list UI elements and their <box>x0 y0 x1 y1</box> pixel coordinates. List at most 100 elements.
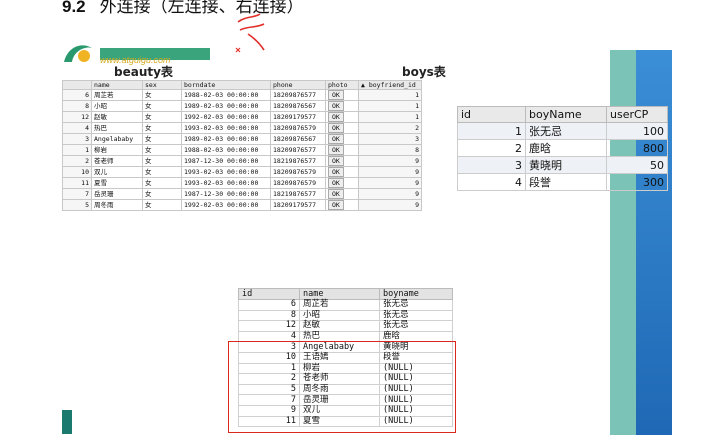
table-cell[interactable]: 4 <box>62 122 92 135</box>
table-cell[interactable]: OK <box>325 188 359 201</box>
column-header[interactable]: boyName <box>525 106 607 123</box>
table-cell[interactable]: 12 <box>238 320 300 332</box>
table-cell[interactable]: 鹿晗 <box>525 139 607 157</box>
table-row[interactable]: 10 双儿女 1993-02-03 00:00:00 18209876579 OK 9 <box>62 166 422 179</box>
table-cell[interactable]: OK <box>325 166 359 179</box>
table-cell[interactable]: 18209179577 <box>270 199 326 212</box>
table-cell[interactable]: 1992-02-03 00:00:00 <box>181 111 271 124</box>
table-row[interactable]: 3 黄晓明 50 <box>457 156 668 174</box>
table-cell[interactable]: 柳岩 <box>91 144 143 157</box>
table-cell[interactable]: 赵敏 <box>299 320 380 332</box>
table-cell[interactable]: 9 <box>358 155 422 168</box>
table-cell[interactable]: 热巴 <box>91 122 143 135</box>
table-cell[interactable]: 张无忌 <box>379 299 453 311</box>
table-cell[interactable]: 1992-02-03 00:00:00 <box>181 199 271 212</box>
table-cell[interactable]: 12 <box>62 111 92 124</box>
table-cell[interactable]: 1 <box>457 122 526 140</box>
table-cell[interactable]: 6 <box>238 299 300 311</box>
table-cell[interactable]: 18219876577 <box>270 188 326 201</box>
table-cell[interactable]: 3 <box>358 133 422 146</box>
table-cell[interactable]: OK <box>325 111 359 124</box>
table-cell[interactable]: 1987-12-30 00:00:00 <box>181 155 271 168</box>
column-header[interactable]: id <box>238 288 300 300</box>
table-cell[interactable]: 1 <box>358 111 422 124</box>
table-cell[interactable]: 3 <box>62 133 92 146</box>
table-cell[interactable]: 女 <box>142 122 182 135</box>
table-cell[interactable]: 18209876567 <box>270 100 326 113</box>
table-row[interactable]: 2 鹿晗 800 <box>457 139 668 157</box>
table-cell[interactable]: 1989-02-03 00:00:00 <box>181 133 271 146</box>
table-cell[interactable]: 4 <box>457 173 526 191</box>
table-cell[interactable]: 1 <box>358 89 422 102</box>
table-cell[interactable]: 18209876577 <box>270 144 326 157</box>
table-cell[interactable]: 100 <box>606 122 668 140</box>
table-cell[interactable]: 女 <box>142 155 182 168</box>
table-cell[interactable]: 18209876579 <box>270 122 326 135</box>
table-cell[interactable]: 1 <box>62 144 92 157</box>
table-cell[interactable]: 8 <box>358 144 422 157</box>
table-cell[interactable]: OK <box>325 122 359 135</box>
table-cell[interactable]: 18209876579 <box>270 166 326 179</box>
table-cell[interactable]: 小昭 <box>91 100 143 113</box>
table-cell[interactable]: 2 <box>358 122 422 135</box>
table-row[interactable]: 11 夏雪女 1993-02-03 00:00:00 18209876579 OK 9 <box>62 177 422 190</box>
table-cell[interactable]: 女 <box>142 144 182 157</box>
table-cell[interactable]: 女 <box>142 100 182 113</box>
table-cell[interactable]: 6 <box>62 89 92 102</box>
table-cell[interactable]: 张无忌 <box>525 122 607 140</box>
table-cell[interactable]: 女 <box>142 199 182 212</box>
column-header[interactable]: photo <box>325 79 359 91</box>
table-cell[interactable]: 女 <box>142 188 182 201</box>
table-cell[interactable]: 18209876579 <box>270 177 326 190</box>
table-row[interactable]: 12 赵敏 张无忌 <box>238 320 453 332</box>
table-row[interactable]: 8 小昭女 1989-02-03 00:00:00 18209876567 OK 1 <box>62 100 422 113</box>
table-cell[interactable]: 女 <box>142 111 182 124</box>
column-header[interactable]: phone <box>270 79 326 91</box>
table-row[interactable]: 12 赵敏女 1992-02-03 00:00:00 18209179577 OK 1 <box>62 111 422 124</box>
table-cell[interactable]: 3 <box>457 156 526 174</box>
table-cell[interactable]: 1993-02-03 00:00:00 <box>181 166 271 179</box>
table-row[interactable]: 4 热巴女 1993-02-03 00:00:00 18209876579 OK 2 <box>62 122 422 135</box>
table-cell[interactable]: OK <box>325 177 359 190</box>
column-header[interactable]: userCP <box>606 106 668 123</box>
table-row[interactable]: 1 柳岩女 1988-02-03 00:00:00 18209876577 OK 8 <box>62 144 422 157</box>
table-cell[interactable]: 女 <box>142 133 182 146</box>
table-cell[interactable]: OK <box>325 89 359 102</box>
table-cell[interactable]: 女 <box>142 177 182 190</box>
table-cell[interactable]: 2 <box>62 155 92 168</box>
table-cell[interactable]: 5 <box>62 199 92 212</box>
table-cell[interactable]: 11 <box>62 177 92 190</box>
column-header[interactable]: name <box>299 288 380 300</box>
table-cell[interactable]: 周冬雨 <box>91 199 143 212</box>
table-row[interactable]: 6 周芷若 张无忌 <box>238 299 453 311</box>
table-cell[interactable]: 18209876567 <box>270 133 326 146</box>
column-header[interactable]: id <box>457 106 526 123</box>
table-cell[interactable]: 18209876577 <box>270 89 326 102</box>
table-cell[interactable]: 7 <box>62 188 92 201</box>
table-row[interactable]: 3 Angelababy 女 1989-02-03 00:00:00 182098765… <box>62 133 422 146</box>
table-cell[interactable]: 9 <box>358 188 422 201</box>
table-cell[interactable]: 8 <box>238 309 300 322</box>
table-cell[interactable]: 50 <box>606 156 668 174</box>
column-header[interactable]: boyname <box>379 288 453 300</box>
table-cell[interactable]: 夏雪 <box>91 177 143 190</box>
table-row[interactable]: 4 段誉 300 <box>457 173 668 191</box>
table-cell[interactable]: 1989-02-03 00:00:00 <box>181 100 271 113</box>
table-cell[interactable]: 9 <box>358 199 422 212</box>
column-header[interactable]: sex <box>142 79 182 91</box>
table-cell[interactable]: OK <box>325 100 359 113</box>
table-cell[interactable]: 张无忌 <box>379 309 453 322</box>
table-cell[interactable]: 2 <box>457 139 526 157</box>
column-header[interactable]: borndate <box>181 79 271 91</box>
column-header[interactable]: name <box>91 79 143 91</box>
table-cell[interactable]: 1988-02-03 00:00:00 <box>181 89 271 102</box>
table-cell[interactable]: 9 <box>358 177 422 190</box>
table-cell[interactable]: 黄晓明 <box>525 156 607 174</box>
table-cell[interactable]: 9 <box>358 166 422 179</box>
table-cell[interactable]: OK <box>325 155 359 168</box>
table-cell[interactable]: 段誉 <box>525 173 607 191</box>
table-cell[interactable]: OK <box>325 144 359 157</box>
table-row[interactable]: 8 小昭 张无忌 <box>238 309 453 322</box>
table-cell[interactable]: 1987-12-30 00:00:00 <box>181 188 271 201</box>
table-cell[interactable]: 1 <box>358 100 422 113</box>
